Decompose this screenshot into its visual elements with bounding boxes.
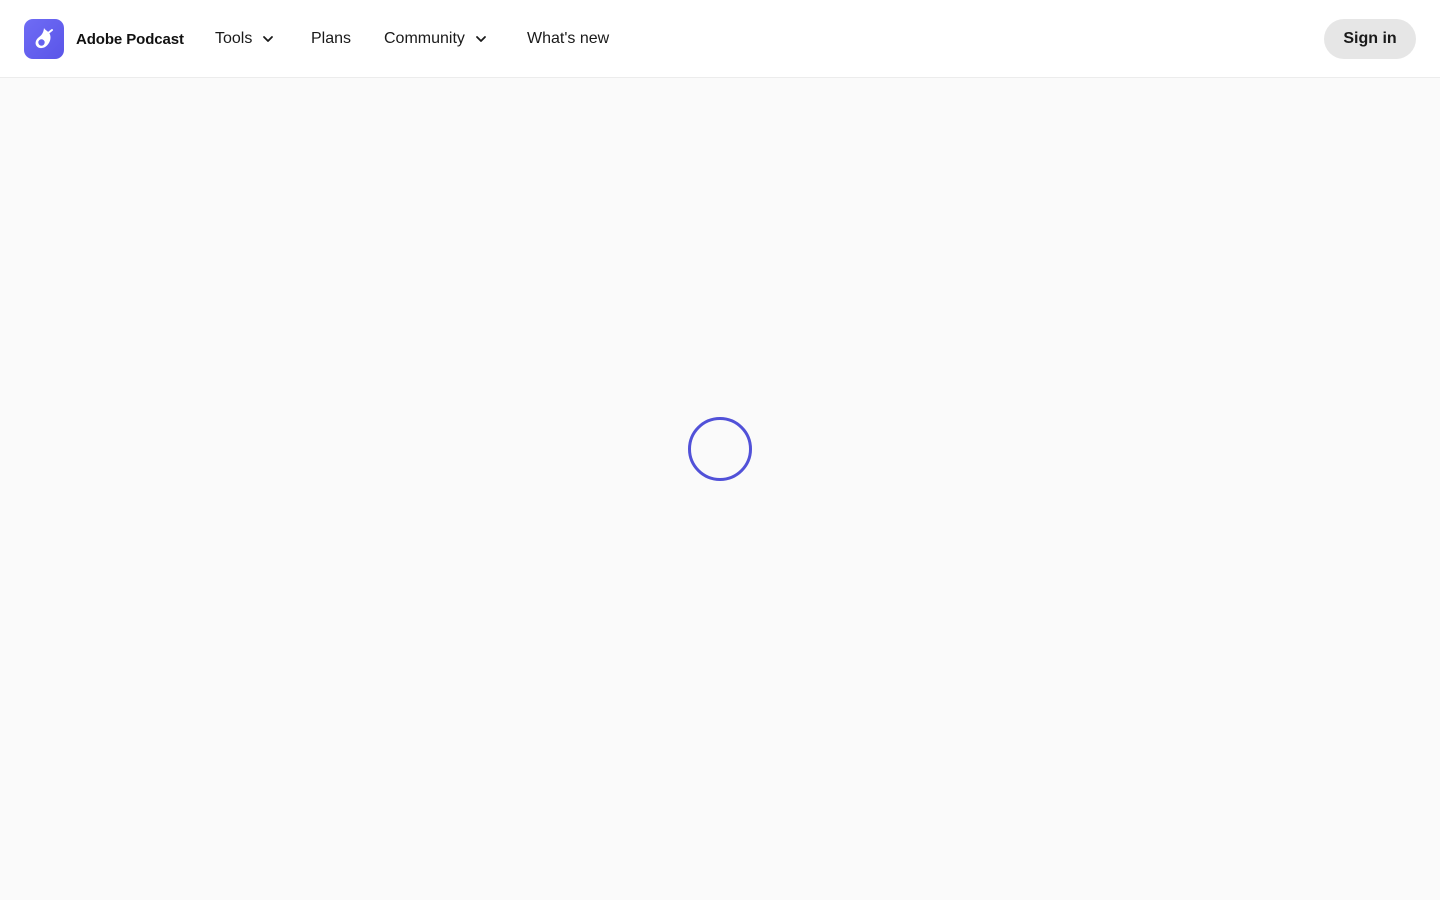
sign-in-button[interactable]: Sign in <box>1324 19 1416 59</box>
nav-community-menu[interactable]: Community <box>384 30 487 48</box>
brand-home-link[interactable]: Adobe Podcast <box>24 19 184 59</box>
nav-whats-new[interactable]: What's new <box>527 0 609 78</box>
loading-spinner-icon <box>688 417 752 481</box>
chevron-down-icon <box>475 33 487 45</box>
nav-plans-link[interactable]: Plans <box>311 30 351 48</box>
nav-community-label: Community <box>384 30 465 47</box>
nav-tools[interactable]: Tools <box>215 0 274 78</box>
nav-tools-label: Tools <box>215 30 253 47</box>
nav-community[interactable]: Community <box>384 0 487 78</box>
nav-whats-new-link[interactable]: What's new <box>527 30 609 48</box>
brand-name: Adobe Podcast <box>76 30 184 48</box>
nav-tools-menu[interactable]: Tools <box>215 30 274 48</box>
top-navigation-bar: Adobe Podcast Tools Plans Community What… <box>0 0 1440 78</box>
adobe-podcast-logo-icon <box>24 19 64 59</box>
nav-plans[interactable]: Plans <box>311 0 351 78</box>
chevron-down-icon <box>262 33 274 45</box>
